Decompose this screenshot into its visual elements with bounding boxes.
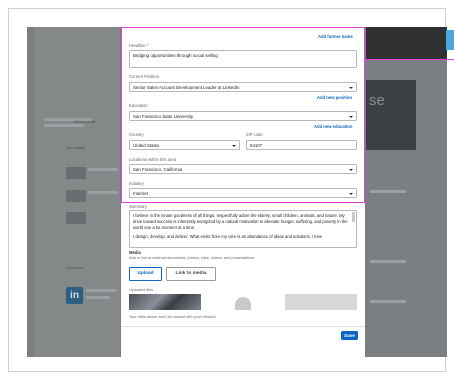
bg-line	[86, 296, 110, 299]
locations-select[interactable]: San Francisco, California	[129, 164, 357, 174]
bg-line	[86, 289, 116, 292]
headline-label: Headline *	[129, 43, 149, 48]
locations-label: Locations within this area	[129, 157, 177, 162]
bg-left-item: Your Activity	[66, 146, 85, 150]
bg-line	[370, 300, 406, 303]
footer-note: Your edits above won't be shared with yo…	[129, 315, 217, 319]
summary-textarea[interactable]: I believe in the innate goodness of all …	[129, 210, 357, 248]
industry-label: Industry	[129, 181, 144, 186]
bg-left-item: All their profile	[74, 120, 97, 124]
bg-line	[44, 124, 84, 127]
summary-paragraph: I believe in the innate goodness of all …	[133, 213, 348, 230]
uploaded-file-thumbnail[interactable]	[285, 294, 357, 310]
add-new-position-link[interactable]: Add new position	[317, 95, 352, 100]
zip-input[interactable]: 94107	[246, 140, 357, 150]
uploaded-file-thumbnail[interactable]	[207, 294, 279, 310]
bg-line	[88, 168, 118, 171]
background-right-header	[366, 27, 447, 59]
uploaded-files-label: Uploaded files	[129, 288, 154, 292]
modal-footer-divider	[121, 326, 365, 327]
highlight-connector	[364, 59, 454, 60]
link-to-media-button[interactable]: Link to media	[166, 267, 216, 281]
bg-thumbnail	[66, 190, 86, 202]
person-photo	[235, 297, 251, 310]
bg-line	[88, 191, 118, 194]
education-select[interactable]: San Francisco State University	[129, 111, 357, 121]
media-hint: Add or link to external documents, photo…	[129, 256, 256, 260]
save-button[interactable]: Save	[341, 331, 358, 340]
industry-select[interactable]: Internet	[129, 188, 357, 198]
bg-line	[370, 260, 406, 263]
add-new-education-link[interactable]: Add new education	[314, 124, 352, 129]
background-ad-image: se	[366, 80, 416, 150]
bg-line	[370, 190, 406, 193]
bg-thumbnail	[66, 167, 86, 179]
linkedin-logo-icon: in	[66, 287, 83, 304]
side-tab[interactable]	[446, 30, 454, 50]
uploaded-file-thumbnail[interactable]	[129, 294, 201, 310]
add-former-name-link[interactable]: Add former name	[318, 34, 353, 39]
media-label: Media	[129, 250, 141, 255]
upload-button[interactable]: Upload	[129, 267, 162, 281]
bg-left-item: Experience	[66, 266, 84, 270]
zip-label: ZIP code	[246, 132, 263, 137]
current-position-select[interactable]: Senior Sales Account Development Leader …	[129, 82, 357, 92]
summary-label: Summary	[129, 204, 147, 209]
summary-scrollbar[interactable]	[352, 212, 355, 222]
country-select[interactable]: United States	[129, 140, 240, 150]
summary-paragraph: I design, develop, and deliver. What emi…	[133, 234, 323, 240]
current-position-label: Current Position	[129, 74, 160, 79]
bg-thumbnail	[66, 212, 86, 224]
headline-input[interactable]: Bridging opportunities through social se…	[129, 50, 357, 68]
education-label: Education	[129, 103, 148, 108]
country-label: Country	[129, 132, 144, 137]
